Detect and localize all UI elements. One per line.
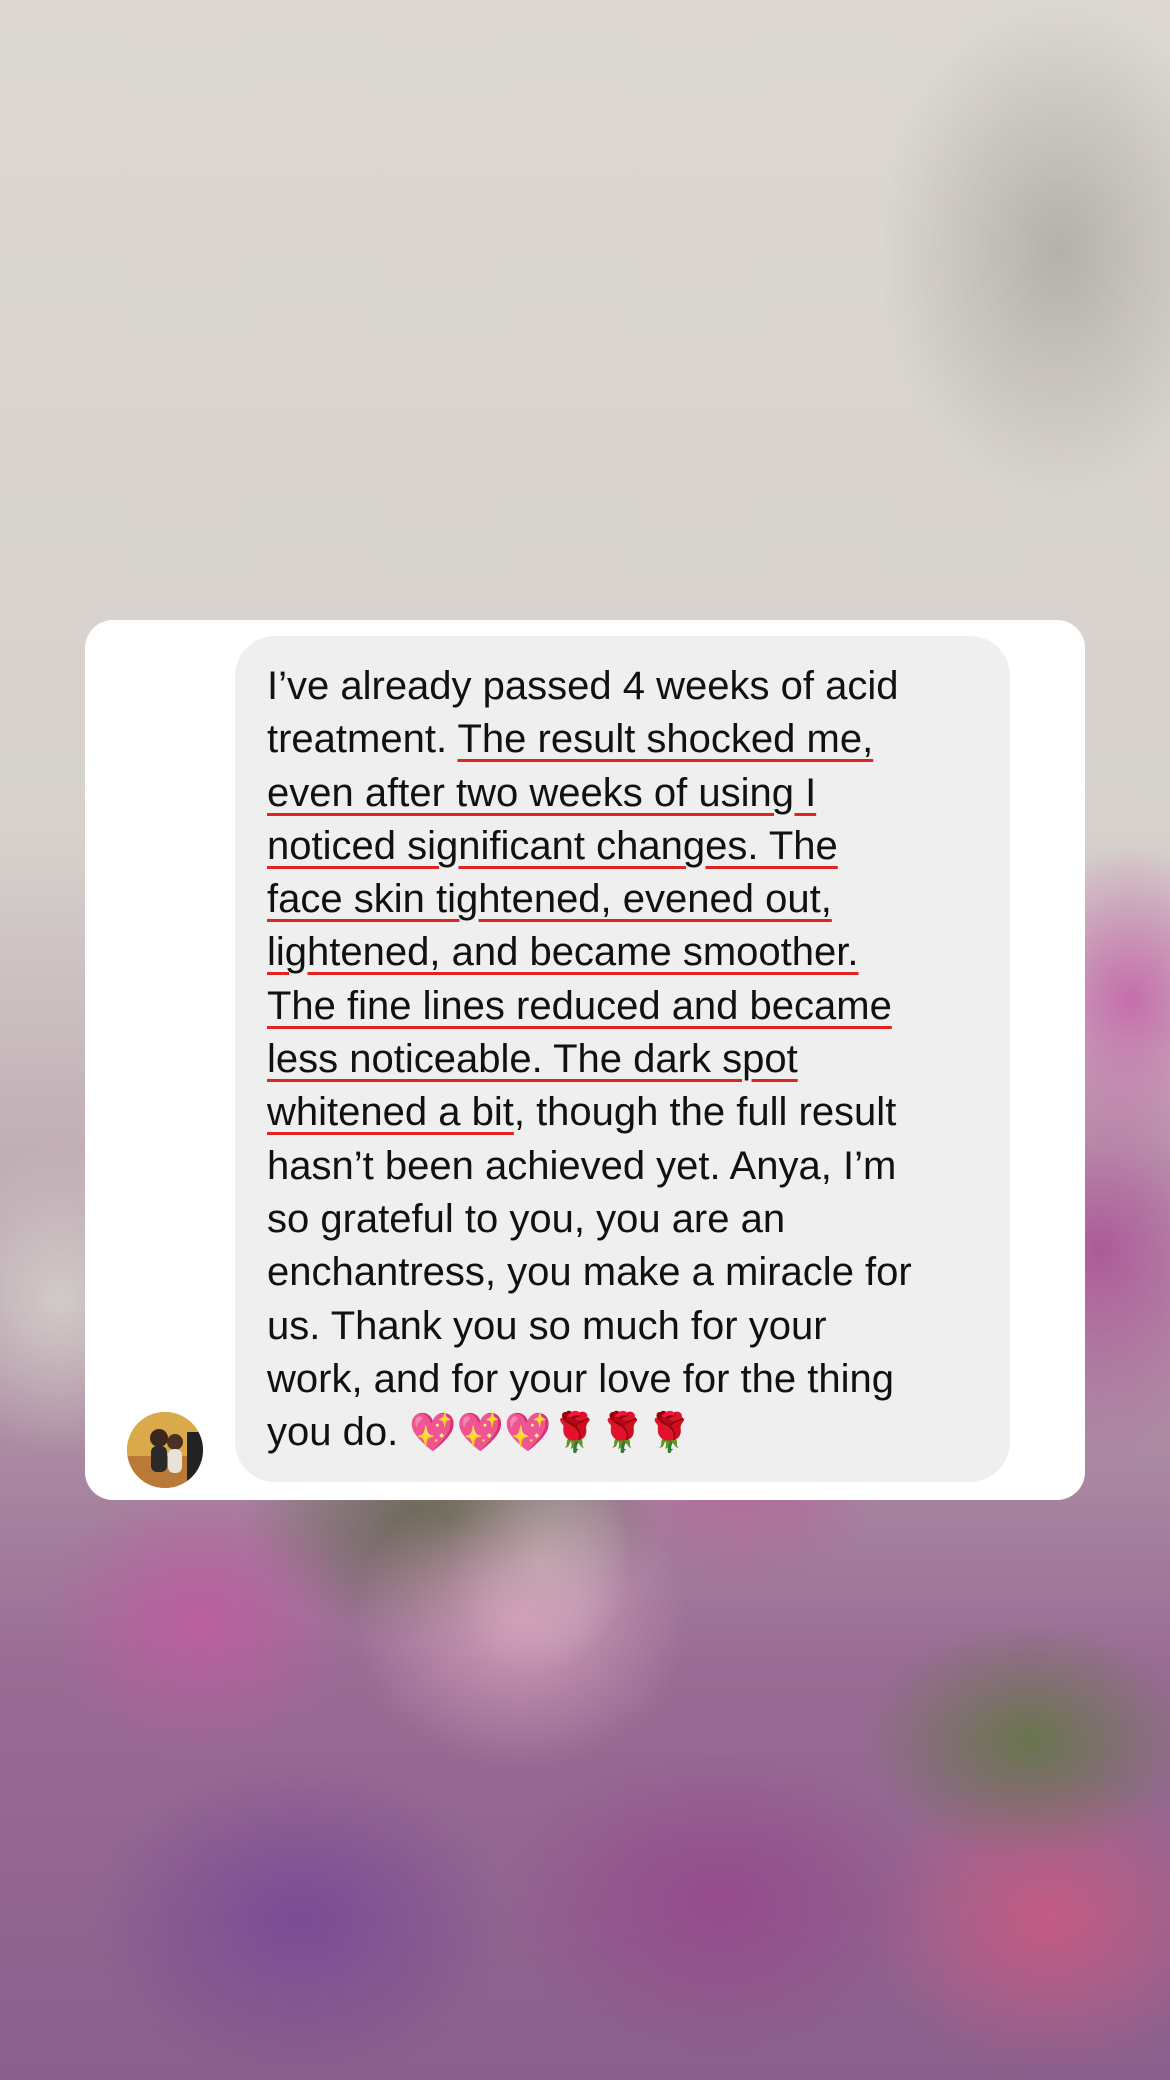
message-line: less noticeable. The dark spot [267,1033,997,1086]
message-line: The fine lines reduced and became [267,980,997,1033]
message-line: noticed significant changes. The [267,820,997,873]
message-line: I’ve already passed 4 weeks of acid [267,664,899,708]
message-line: enchantress, you make a miracle for [267,1250,912,1295]
highlighted-text: The fine lines reduced and became [267,983,892,1028]
highlighted-text: lightened, and became smoother. [267,930,859,975]
message-line: so grateful to you, you are an [267,1196,786,1241]
message-line: face skin tightened, evened out, [267,873,997,926]
message-line: whitened a bit, though the full result [267,1090,897,1135]
message-line: hasn’t been achieved yet. Anya, I’m [267,1143,897,1188]
message-line: lightened, and became smoother. [267,926,997,979]
highlighted-text: even after two weeks of using I [267,770,817,815]
message-line: us. Thank you so much for your [267,1303,827,1348]
highlighted-text: less noticeable. The dark spot [267,1037,798,1082]
highlighted-text: The result shocked me, [457,717,874,762]
message-line: you do. 💖💖💖🌹🌹🌹 [267,1410,694,1455]
sender-avatar[interactable] [127,1412,203,1488]
message-text: I’ve already passed 4 weeks of acid trea… [267,660,997,1460]
message-line: work, and for your love for the thing [267,1356,894,1401]
highlighted-text: face skin tightened, evened out, [267,877,832,922]
message-line: treatment. The result shocked me, [267,717,874,762]
highlighted-text: whitened a bit [267,1090,514,1135]
message-bubble[interactable]: I’ve already passed 4 weeks of acid trea… [235,636,1010,1482]
highlighted-text: noticed significant changes. The [267,823,838,868]
message-line: even after two weeks of using I [267,767,997,820]
message-card: I’ve already passed 4 weeks of acid trea… [85,620,1085,1500]
avatar-photo-icon [127,1412,203,1488]
heart-and-rose-emojis: 💖💖💖🌹🌹🌹 [409,1412,694,1455]
